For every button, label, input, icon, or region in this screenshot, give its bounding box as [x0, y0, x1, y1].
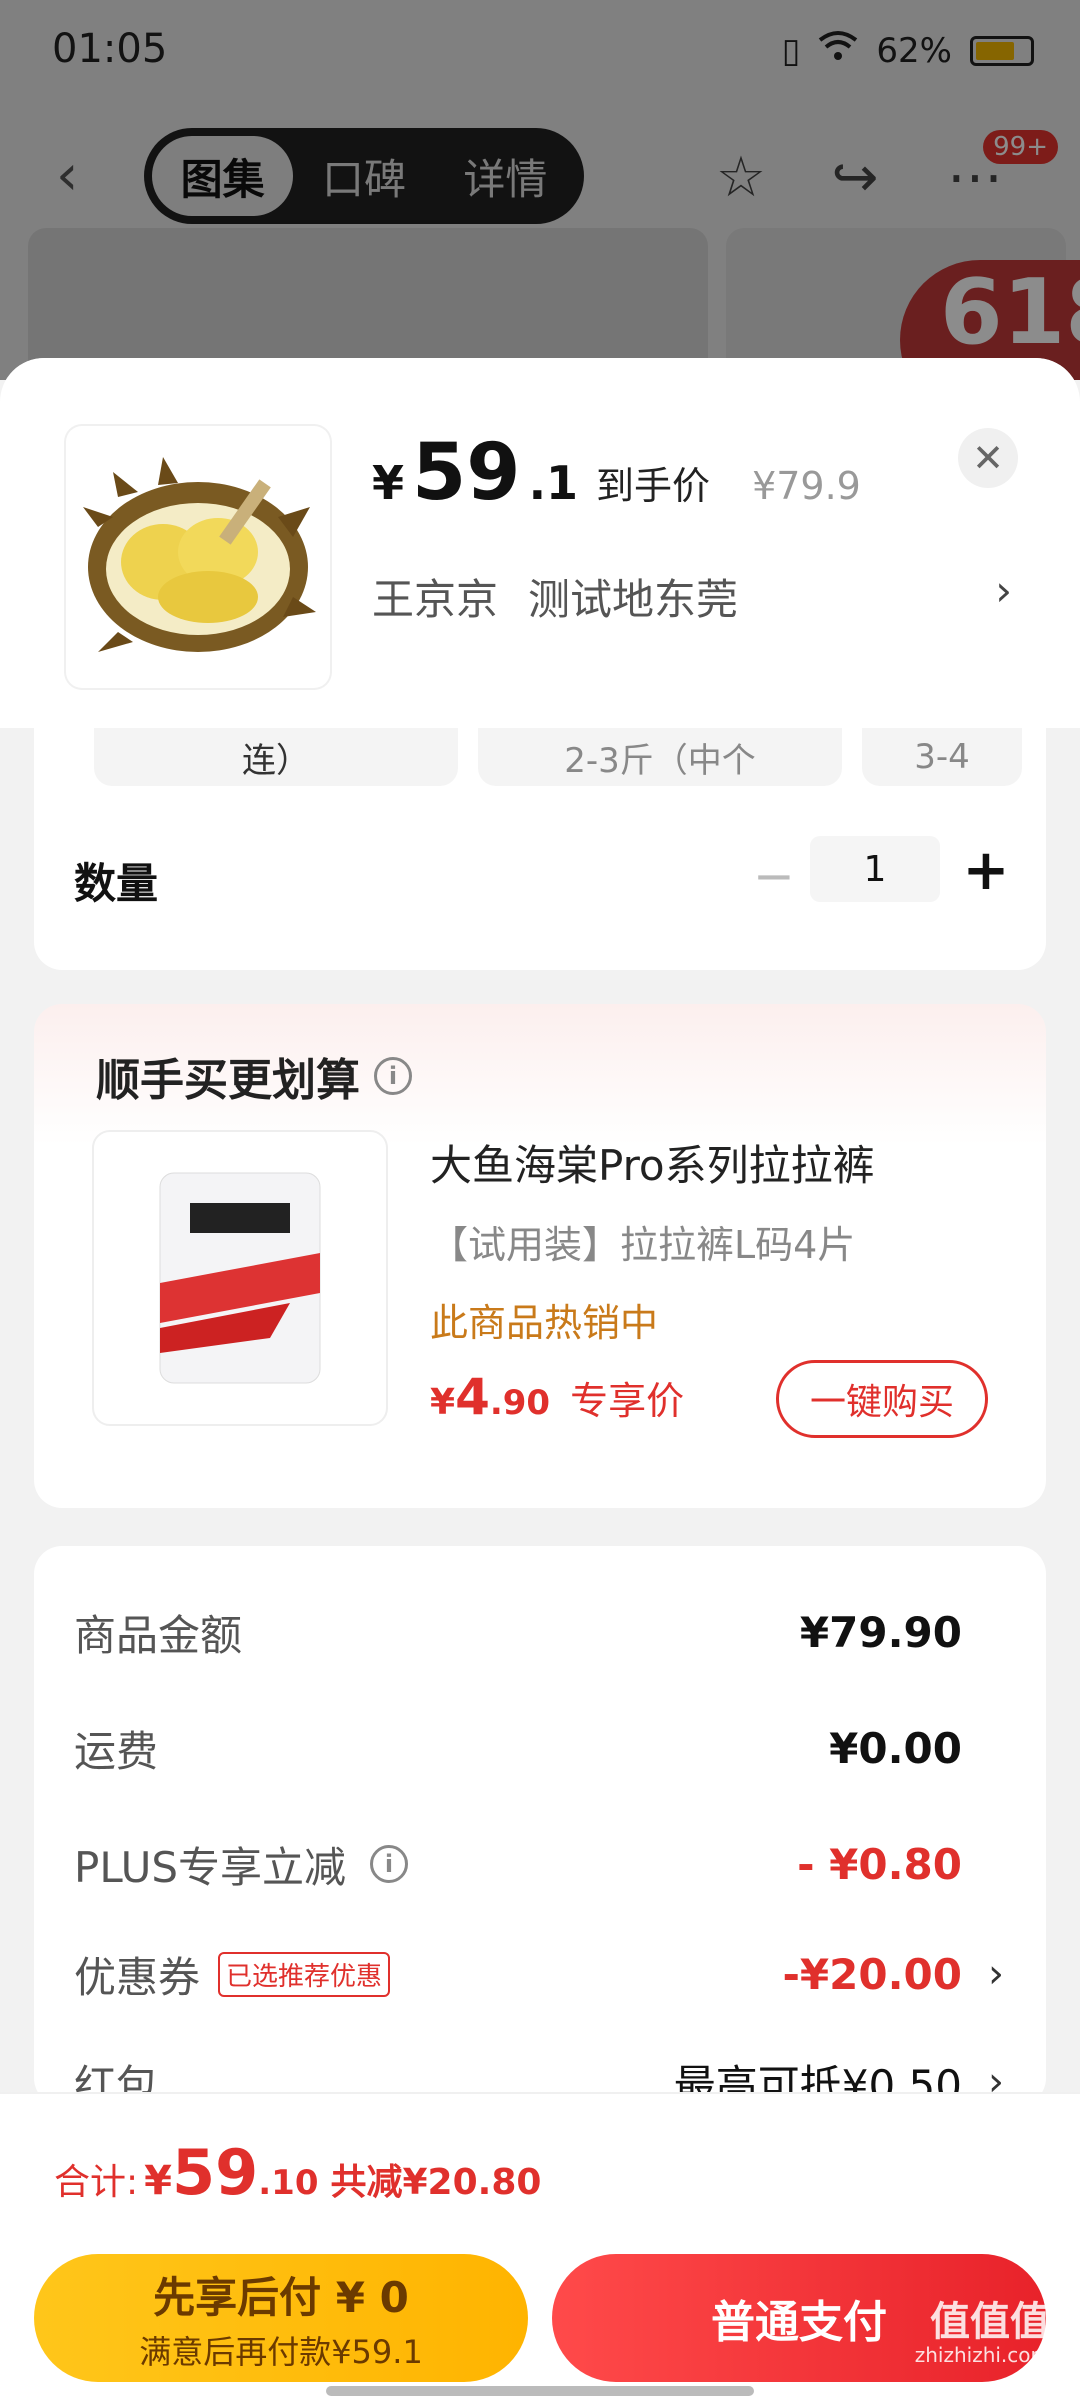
quantity-input[interactable]: 1	[810, 836, 940, 902]
watermark: 值值值 zhizhizhi.com	[915, 2300, 1050, 2366]
spec-chip[interactable]: 3-4	[862, 728, 1022, 786]
watermark-main: 值值值	[930, 2299, 1050, 2345]
summary-row-shipping: 运费 ¥0.00	[74, 1718, 1004, 1778]
address-row[interactable]: 王京京 测试地东莞 ›	[372, 566, 1012, 627]
upsell-product-image[interactable]	[92, 1130, 388, 1426]
home-indicator[interactable]	[326, 2386, 754, 2396]
summary-row-coupon[interactable]: 优惠券 已选推荐优惠 -¥20.00 ›	[74, 1944, 1004, 2004]
summary-label: 优惠券	[74, 1952, 201, 2002]
upsell-card: 顺手买更划算 i 大鱼海棠Pro系列拉拉裤 【试用装】拉拉裤L码4片 此商品热销…	[34, 1004, 1046, 1508]
upsell-hot-label: 此商品热销中	[430, 1301, 659, 1345]
total-discount: 共减¥20.80	[330, 2162, 542, 2203]
price-tag: 到手价	[596, 464, 711, 508]
coupon-tag: 已选推荐优惠	[218, 1951, 391, 1997]
summary-value: ¥79.90	[799, 1607, 962, 1657]
chevron-right-icon: ›	[995, 566, 1012, 615]
total-label: 合计:	[54, 2162, 139, 2203]
summary-row-plus: PLUS专享立减 i - ¥0.80	[74, 1834, 1004, 1894]
background-page: 01:05 ▯ 62% ‹ 图集 口碑 详情 ☆ ↪ ⋯ 99+ 618	[0, 0, 1080, 380]
summary-label: PLUS专享立减	[74, 1842, 347, 1892]
spec-chip[interactable]: 2-3斤（中个	[478, 728, 842, 786]
quantity-increase-button[interactable]: +	[956, 838, 1016, 903]
total-symbol: ¥	[144, 2158, 172, 2204]
product-thumbnail	[66, 426, 330, 688]
chevron-right-icon: ›	[988, 1951, 1004, 1997]
upsell-product-name[interactable]: 大鱼海棠Pro系列拉拉裤	[430, 1132, 875, 1193]
pay-later-sublabel: 满意后再付款¥59.1	[139, 2332, 423, 2371]
total-row: 合计: ¥ 59 .10 共减¥20.80	[54, 2136, 541, 2209]
original-price: ¥79.9	[752, 464, 861, 508]
upsell-price-symbol: ¥	[430, 1382, 456, 1423]
summary-row-subtotal: 商品金额 ¥79.90	[74, 1602, 1004, 1662]
info-icon[interactable]: i	[374, 1057, 412, 1095]
quantity-label: 数量	[74, 859, 159, 908]
summary-value: ¥0.00	[829, 1723, 962, 1773]
watermark-sub: zhizhizhi.com	[914, 2343, 1050, 2367]
address-name: 王京京	[372, 575, 499, 624]
close-icon[interactable]: ✕	[958, 428, 1018, 488]
price-decimal: .1	[528, 456, 579, 510]
durian-image	[83, 457, 316, 652]
summary-value: - ¥0.80	[797, 1839, 962, 1889]
price-row: ¥ 59 .1 到手价 ¥79.9	[372, 428, 861, 518]
spec-card: 连） 2-3斤（中个 3-4 数量 − 1 +	[34, 728, 1046, 970]
sheet-header: ¥ 59 .1 到手价 ¥79.9 王京京 测试地东莞 › ✕	[0, 358, 1080, 728]
price-symbol: ¥	[372, 456, 405, 510]
summary-label: 运费	[74, 1726, 159, 1776]
upsell-product-subtitle: 【试用装】拉拉裤L码4片	[430, 1223, 856, 1267]
upsell-title: 顺手买更划算 i	[96, 1044, 412, 1108]
pay-later-label: 先享后付 ¥ 0	[153, 2272, 409, 2322]
upsell-title-text: 顺手买更划算	[96, 1055, 360, 1106]
spec-chip[interactable]: 连）	[94, 728, 458, 786]
upsell-price: ¥ 4 .90 专享价	[430, 1368, 684, 1426]
upsell-price-integer: 4	[455, 1368, 490, 1426]
info-icon[interactable]: i	[370, 1845, 409, 1883]
address-location: 测试地东莞	[528, 575, 739, 624]
total-integer: 59	[171, 2136, 259, 2209]
diaper-pack-image	[159, 1172, 321, 1384]
pay-later-button[interactable]: 先享后付 ¥ 0 满意后再付款¥59.1	[34, 2254, 528, 2382]
summary-label: 商品金额	[74, 1610, 243, 1660]
quantity-decrease-button[interactable]: −	[744, 846, 804, 906]
dim-overlay	[0, 0, 1080, 380]
summary-value: -¥20.00	[782, 1949, 962, 1999]
order-summary: 商品金额 ¥79.90 运费 ¥0.00 PLUS专享立减 i - ¥0.80 …	[34, 1546, 1046, 2110]
upsell-price-label: 专享价	[570, 1379, 685, 1423]
total-decimal: .10	[258, 2163, 319, 2203]
one-click-buy-button[interactable]: 一键购买	[776, 1360, 988, 1438]
upsell-price-decimal: .90	[489, 1383, 551, 1423]
price-integer: 59	[412, 428, 521, 518]
